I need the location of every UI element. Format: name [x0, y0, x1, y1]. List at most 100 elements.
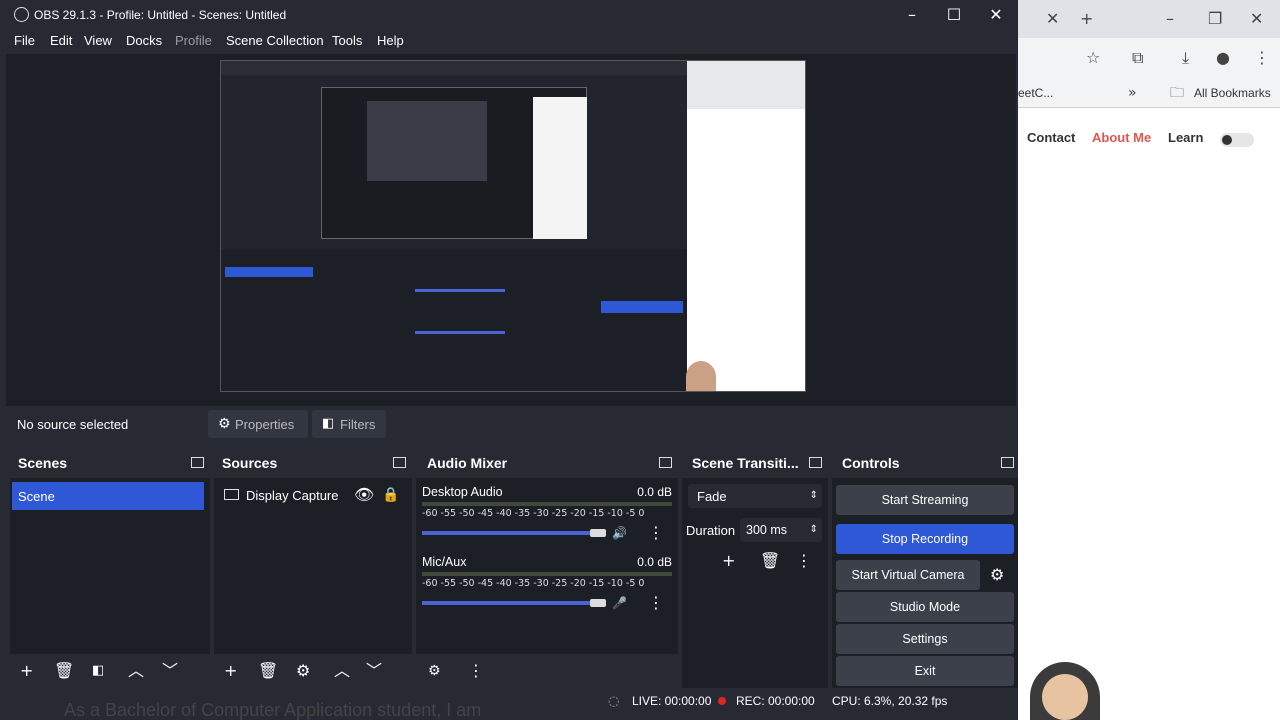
transition-select[interactable]: Fade ⇕: [688, 484, 822, 508]
sources-title: Sources: [222, 455, 278, 471]
desktop-audio-slider[interactable]: [422, 531, 598, 535]
new-tab-icon[interactable]: +: [1080, 9, 1093, 29]
maximize-button[interactable]: ☐: [934, 4, 974, 26]
add-source-icon[interactable]: +: [224, 662, 237, 680]
scene-transitions-dock: Scene Transiti... Fade ⇕ Duration 300 ms…: [682, 448, 828, 688]
audio-mixer-dock: Audio Mixer Desktop Audio 0.0 dB -60 -55…: [416, 448, 678, 688]
spinner-icon[interactable]: ⇕: [810, 521, 818, 539]
scene-filters-icon[interactable]: ◧: [92, 662, 104, 680]
menu-edit[interactable]: Edit: [50, 33, 72, 48]
window-title: OBS 29.1.3 - Profile: Untitled - Scenes:…: [34, 8, 287, 22]
rec-dot-icon: [718, 697, 726, 705]
preview-capture: [220, 60, 806, 392]
exit-button[interactable]: Exit: [836, 656, 1014, 686]
menu-dots-icon[interactable]: ⋮: [1254, 48, 1270, 68]
undock-icon[interactable]: [1001, 457, 1014, 468]
start-streaming-button[interactable]: Start Streaming: [836, 485, 1014, 515]
menu-bar: File Edit View Docks Profile Scene Colle…: [0, 30, 1018, 52]
browser-tab-bar: ✕ + – ❐ ✕: [1018, 0, 1280, 38]
mic-aux-slider[interactable]: [422, 601, 598, 605]
mic-aux-db: 0.0 dB: [637, 555, 672, 569]
start-virtual-camera-button[interactable]: Start Virtual Camera: [836, 560, 980, 590]
mic-aux-menu-icon[interactable]: ⋮: [648, 594, 664, 612]
desktop-audio-menu-icon[interactable]: ⋮: [648, 524, 664, 542]
mic-aux-scale: -60 -55 -50 -45 -40 -35 -30 -25 -20 -15 …: [422, 578, 645, 589]
nav-learn[interactable]: Learn: [1168, 130, 1203, 152]
source-down-icon[interactable]: ﹀: [366, 662, 382, 680]
source-properties-icon[interactable]: ⚙: [296, 662, 310, 680]
scenes-title: Scenes: [18, 455, 68, 471]
menu-help[interactable]: Help: [377, 33, 404, 48]
desktop-audio-mute-icon[interactable]: 🔊: [612, 524, 627, 542]
gear-icon: ⚙: [218, 416, 231, 432]
nav-about-me[interactable]: About Me: [1092, 130, 1151, 152]
more-bookmarks-icon[interactable]: »: [1128, 83, 1137, 103]
menu-file[interactable]: File: [14, 33, 35, 48]
minimize-icon[interactable]: –: [1166, 9, 1174, 29]
move-up-icon[interactable]: ︿: [128, 662, 144, 680]
mic-aux-meter: [422, 572, 672, 576]
mixer-menu-icon[interactable]: ⋮: [468, 662, 484, 680]
undock-icon[interactable]: [659, 457, 672, 468]
undock-icon[interactable]: [191, 457, 204, 468]
minimize-button[interactable]: –: [892, 4, 932, 26]
browser-window: ✕ + – ❐ ✕ ☆ ⧉ ⤓ ● ⋮ eetC... » 🗀 All Book…: [1018, 0, 1280, 720]
advanced-audio-icon[interactable]: ⚙: [428, 662, 441, 680]
bookmark-star-icon[interactable]: ☆: [1086, 48, 1100, 68]
undock-icon[interactable]: [809, 457, 822, 468]
obs-window: OBS 29.1.3 - Profile: Untitled - Scenes:…: [0, 0, 1018, 720]
menu-view[interactable]: View: [84, 33, 112, 48]
controls-title: Controls: [842, 455, 900, 471]
theme-toggle[interactable]: [1220, 133, 1254, 147]
extensions-icon[interactable]: ⧉: [1132, 48, 1143, 68]
all-bookmarks-label[interactable]: All Bookmarks: [1194, 86, 1271, 100]
add-transition-icon[interactable]: +: [722, 552, 735, 570]
settings-button[interactable]: Settings: [836, 624, 1014, 654]
download-icon[interactable]: ⤓: [1182, 48, 1189, 68]
duration-label: Duration: [686, 523, 736, 538]
studio-mode-button[interactable]: Studio Mode: [836, 592, 1014, 622]
filters-button[interactable]: ◧ Filters: [312, 410, 386, 438]
duration-input[interactable]: 300 ms ⇕: [740, 518, 822, 542]
stop-recording-button[interactable]: Stop Recording: [836, 524, 1014, 554]
remove-scene-icon[interactable]: 🗑: [54, 662, 74, 680]
mic-aux-mute-icon[interactable]: 🎤: [612, 594, 627, 612]
filter-icon: ◧: [322, 416, 335, 431]
bookmark-item[interactable]: eetC...: [1018, 86, 1053, 100]
transition-menu-icon[interactable]: ⋮: [796, 552, 812, 570]
close-button[interactable]: ✕: [976, 4, 1016, 26]
mic-aux-knob[interactable]: [590, 599, 606, 607]
undock-icon[interactable]: [393, 457, 406, 468]
maximize-icon[interactable]: ❐: [1208, 9, 1222, 29]
obs-logo-icon: [14, 7, 29, 22]
nav-contact[interactable]: Contact: [1027, 130, 1075, 152]
visibility-eye-icon[interactable]: 👁: [354, 486, 374, 504]
folder-icon: 🗀: [1170, 85, 1184, 101]
desktop-audio-db: 0.0 dB: [637, 485, 672, 499]
move-down-icon[interactable]: ﹀: [162, 662, 178, 680]
menu-docks[interactable]: Docks: [126, 33, 162, 48]
remove-transition-icon[interactable]: 🗑: [760, 552, 780, 570]
close-window-icon[interactable]: ✕: [1250, 9, 1263, 29]
add-scene-icon[interactable]: +: [20, 662, 33, 680]
browser-toolbar: ☆ ⧉ ⤓ ● ⋮: [1018, 38, 1280, 78]
source-toolbar: No source selected ⚙ Properties ◧ Filter…: [6, 408, 1016, 440]
menu-profile[interactable]: Profile: [175, 33, 212, 48]
menu-scene-collection[interactable]: Scene Collection: [226, 33, 324, 48]
profile-icon[interactable]: ●: [1216, 48, 1230, 68]
remove-source-icon[interactable]: 🗑: [258, 662, 278, 680]
properties-button[interactable]: ⚙ Properties: [208, 410, 308, 438]
source-up-icon[interactable]: ︿: [334, 662, 350, 680]
cpu-fps: CPU: 6.3%, 20.32 fps: [832, 694, 948, 708]
rec-time: REC: 00:00:00: [736, 694, 815, 708]
lock-icon[interactable]: 🔒: [382, 486, 399, 504]
source-item[interactable]: Display Capture 👁 🔒: [214, 482, 412, 508]
virtual-camera-settings-icon[interactable]: ⚙: [990, 566, 1004, 584]
desktop-audio-scale: -60 -55 -50 -45 -40 -35 -30 -25 -20 -15 …: [422, 508, 645, 519]
desktop-audio-label: Desktop Audio: [422, 485, 503, 499]
scene-item[interactable]: Scene: [12, 482, 204, 510]
desktop-audio-knob[interactable]: [590, 529, 606, 537]
menu-tools[interactable]: Tools: [332, 33, 362, 48]
close-tab-icon[interactable]: ✕: [1046, 9, 1059, 29]
mic-aux-label: Mic/Aux: [422, 555, 467, 569]
